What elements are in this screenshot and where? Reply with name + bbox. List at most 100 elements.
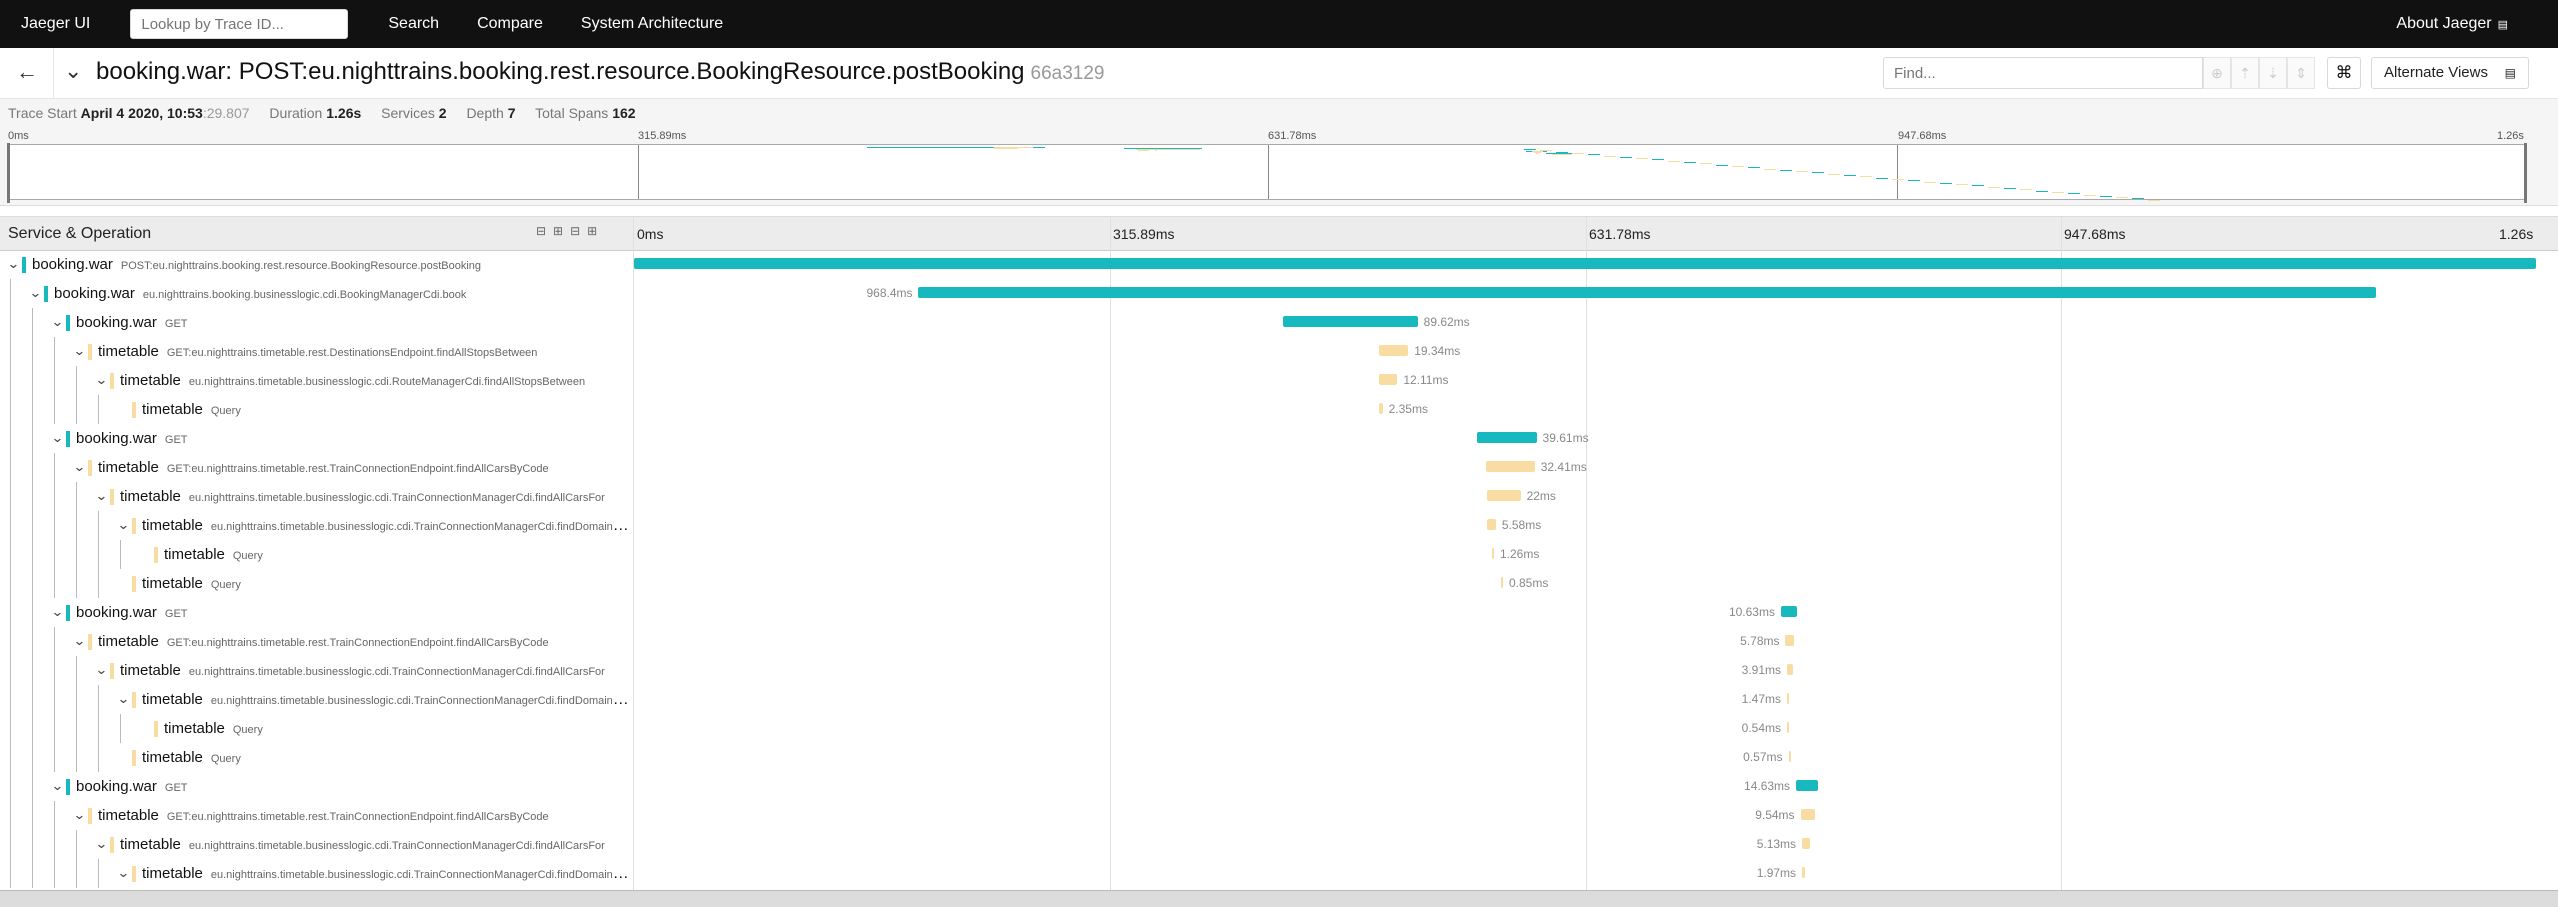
span-service-operation[interactable]: timetable Query (164, 546, 263, 564)
span-service-operation[interactable]: booking.war GET (76, 604, 188, 622)
expand-chevron-icon[interactable]: ⌄ (51, 778, 64, 794)
span-service-operation[interactable]: timetable eu.nighttrains.timetable.busine… (120, 836, 605, 854)
nav-system-architecture-link[interactable]: System Architecture (581, 15, 723, 33)
span-row[interactable]: ⌄ booking.war GET 14.63ms (0, 772, 2558, 801)
span-service-operation[interactable]: booking.war POST:eu.nighttrains.booking.r… (32, 256, 481, 274)
span-bar[interactable] (1802, 867, 1805, 878)
minimap-right-handle[interactable] (2524, 143, 2527, 203)
back-arrow-icon[interactable]: ← (16, 61, 38, 83)
expand-chevron-icon[interactable]: ⌄ (95, 488, 108, 504)
span-bar[interactable] (918, 287, 2377, 298)
span-service-operation[interactable]: timetable eu.nighttrains.timetable.busine… (120, 372, 585, 390)
nav-search-link[interactable]: Search (388, 15, 439, 33)
span-service-operation[interactable]: booking.war GET (76, 778, 188, 796)
collapse-chevron-icon[interactable]: ⌄ (64, 58, 82, 84)
span-bar[interactable] (1476, 432, 1537, 443)
span-bar[interactable] (1379, 345, 1409, 356)
span-row[interactable]: ⌄ timetable eu.nighttrains.timetable.busin… (0, 685, 2558, 714)
minimap-canvas[interactable] (8, 144, 2525, 201)
span-row[interactable]: ⌄ booking.war POST:eu.nighttrains.booking.… (0, 250, 2558, 279)
span-row[interactable]: timetable Query 0.54ms (0, 714, 2558, 743)
span-bar[interactable] (634, 258, 2536, 269)
span-service-operation[interactable]: timetable eu.nighttrains.timetable.busine… (120, 662, 605, 680)
next-match-icon[interactable]: ⇣ (2259, 57, 2287, 89)
span-bar[interactable] (1785, 635, 1795, 646)
span-bar[interactable] (1787, 693, 1790, 704)
span-row[interactable]: ⌄ timetable eu.nighttrains.timetable.busin… (0, 656, 2558, 685)
trace-minimap[interactable]: 0ms 315.89ms 631.78ms 947.68ms 1.26s (0, 127, 2558, 206)
span-bar[interactable] (1802, 838, 1810, 849)
span-row[interactable]: ⌄ booking.war GET 39.61ms (0, 424, 2558, 453)
span-service-operation[interactable]: timetable Query (142, 575, 241, 593)
span-row[interactable]: ⌄ booking.war GET 10.63ms (0, 598, 2558, 627)
span-row[interactable]: timetable Query 0.57ms (0, 743, 2558, 772)
span-row[interactable]: ⌄ timetable eu.nighttrains.timetable.busin… (0, 482, 2558, 511)
trace-id-lookup-input[interactable] (130, 9, 349, 39)
span-service-operation[interactable]: timetable GET:eu.nighttrains.timetable.re… (98, 459, 549, 477)
span-bar[interactable] (1282, 316, 1418, 327)
collapse-expand-controls[interactable]: ⊟⊞⊟⊞ (536, 224, 604, 238)
span-bar[interactable] (1487, 519, 1496, 530)
nav-compare-link[interactable]: Compare (477, 15, 543, 33)
expand-chevron-icon[interactable]: ⌄ (73, 633, 86, 649)
span-row[interactable]: ⌄ timetable eu.nighttrains.timetable.busin… (0, 366, 2558, 395)
span-service-operation[interactable]: timetable eu.nighttrains.timetable.busine… (142, 865, 630, 883)
expand-chevron-icon[interactable]: ⌄ (51, 314, 64, 330)
expand-chevron-icon[interactable]: ⌄ (7, 256, 20, 272)
expand-chevron-icon[interactable]: ⌄ (117, 517, 130, 533)
expand-chevron-icon[interactable]: ⌄ (73, 343, 86, 359)
span-service-operation[interactable]: booking.war GET (76, 430, 188, 448)
span-service-operation[interactable]: timetable GET:eu.nighttrains.timetable.re… (98, 343, 537, 361)
span-bar[interactable] (1485, 461, 1535, 472)
expand-chevron-icon[interactable]: ⌄ (95, 662, 108, 678)
span-bar[interactable] (1800, 809, 1815, 820)
expand-chevron-icon[interactable]: ⌄ (29, 285, 42, 301)
span-service-operation[interactable]: booking.war eu.nighttrains.booking.busine… (54, 285, 466, 303)
expand-chevron-icon[interactable]: ⌄ (95, 372, 108, 388)
span-row[interactable]: ⌄ timetable eu.nighttrains.timetable.busin… (0, 511, 2558, 540)
span-service-operation[interactable]: timetable Query (164, 720, 263, 738)
span-row[interactable]: ⌄ booking.war eu.nighttrains.booking.busin… (0, 279, 2558, 308)
find-input[interactable] (1883, 57, 2203, 89)
span-row[interactable]: ⌄ timetable eu.nighttrains.timetable.busin… (0, 830, 2558, 859)
clear-search-icon[interactable]: ⇕ (2287, 57, 2315, 89)
span-service-operation[interactable]: booking.war GET (76, 314, 188, 332)
span-service-operation[interactable]: timetable Query (142, 401, 241, 419)
alternate-views-button[interactable]: Alternate Views ▤ (2371, 57, 2529, 89)
span-service-operation[interactable]: timetable Query (142, 749, 241, 767)
brand-link[interactable]: Jaeger UI (21, 15, 90, 33)
about-jaeger-menu[interactable]: About Jaeger ▤ (2396, 15, 2508, 33)
span-bar[interactable] (1787, 722, 1789, 733)
span-service-operation[interactable]: timetable GET:eu.nighttrains.timetable.re… (98, 807, 549, 825)
span-row[interactable]: ⌄ timetable GET:eu.nighttrains.timetable.r… (0, 453, 2558, 482)
expand-chevron-icon[interactable]: ⌄ (51, 430, 64, 446)
span-bar[interactable] (1788, 751, 1791, 762)
keyboard-shortcuts-icon[interactable]: ⌘ (2327, 57, 2361, 89)
expand-chevron-icon[interactable]: ⌄ (117, 691, 130, 707)
span-bar[interactable] (1487, 490, 1521, 501)
minimap-left-handle[interactable] (7, 143, 10, 203)
span-row[interactable]: ⌄ timetable GET:eu.nighttrains.timetable.r… (0, 801, 2558, 830)
span-bar[interactable] (1780, 606, 1797, 617)
expand-chevron-icon[interactable]: ⌄ (73, 807, 86, 823)
span-service-operation[interactable]: timetable eu.nighttrains.timetable.busine… (120, 488, 605, 506)
span-bar[interactable] (1787, 664, 1793, 675)
span-row[interactable]: ⌄ timetable eu.nighttrains.timetable.busin… (0, 859, 2558, 888)
span-row[interactable]: timetable Query 1.26ms (0, 540, 2558, 569)
span-service-operation[interactable]: timetable GET:eu.nighttrains.timetable.re… (98, 633, 549, 651)
span-service-operation[interactable]: timetable eu.nighttrains.timetable.busine… (142, 691, 630, 709)
span-bar[interactable] (1501, 577, 1503, 588)
span-bar[interactable] (1796, 780, 1819, 791)
span-row[interactable]: timetable Query 2.35ms (0, 395, 2558, 424)
span-service-operation[interactable]: timetable eu.nighttrains.timetable.busine… (142, 517, 630, 535)
prev-match-icon[interactable]: ⇡ (2231, 57, 2259, 89)
span-bar[interactable] (1491, 548, 1494, 559)
span-bar[interactable] (1379, 403, 1383, 414)
expand-chevron-icon[interactable]: ⌄ (117, 865, 130, 881)
expand-chevron-icon[interactable]: ⌄ (51, 604, 64, 620)
span-row[interactable]: timetable Query 0.85ms (0, 569, 2558, 598)
expand-chevron-icon[interactable]: ⌄ (73, 459, 86, 475)
expand-chevron-icon[interactable]: ⌄ (95, 836, 108, 852)
span-row[interactable]: ⌄ booking.war GET 89.62ms (0, 308, 2558, 337)
span-bar[interactable] (1379, 374, 1398, 385)
